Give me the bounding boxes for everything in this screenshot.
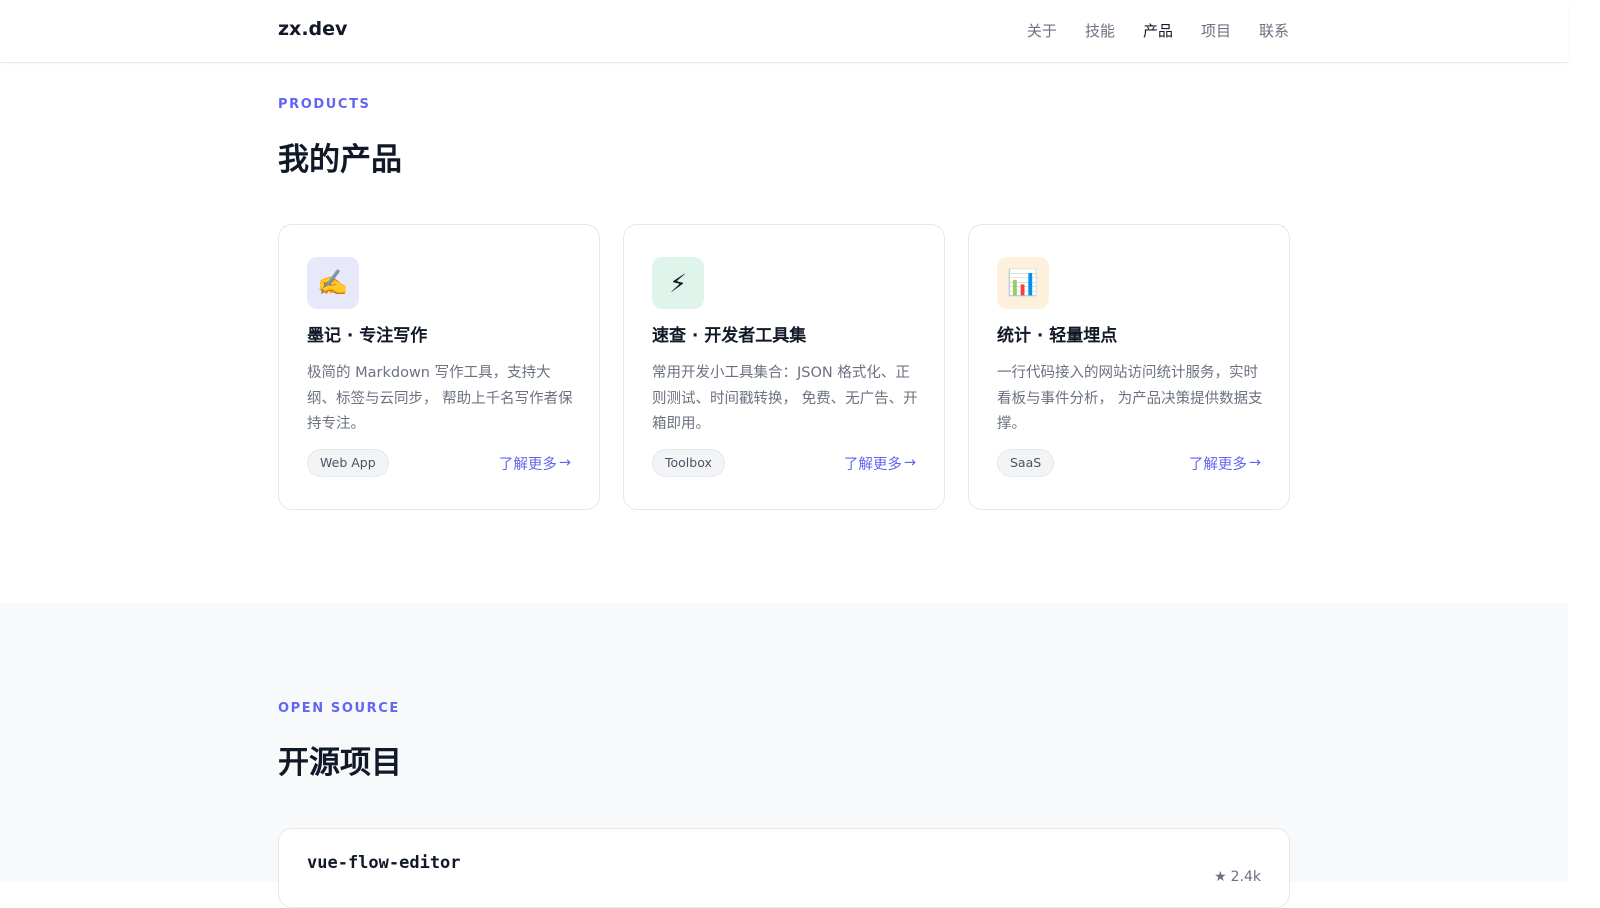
product-description: 极简的 Markdown 写作工具，支持大纲、标签与云同步， 帮助上千名写作者保… [307,365,573,432]
top-navbar: zx.dev 关于 技能 产品 项目 联系 [0,0,1568,63]
product-description: 常用开发小工具集合：JSON 格式化、正则测试、时间戳转换， 免费、无广告、开箱… [652,365,918,432]
product-footer: Web App 了解更多 → [307,449,571,477]
bar-chart-icon: 📊 [997,257,1049,309]
learn-more-link[interactable]: 了解更多 → [1189,453,1261,474]
product-footer: Toolbox 了解更多 → [652,449,916,477]
opensource-eyebrow: OPEN SOURCE [278,701,400,716]
opensource-title: 开源项目 [278,745,402,781]
nav-link-contact[interactable]: 联系 [1259,20,1289,42]
product-cards: ✍️ 墨记 · 专注写作 极简的 Markdown 写作工具，支持大纲、标签与云… [278,224,1290,510]
learn-more-link[interactable]: 了解更多 → [499,453,571,474]
product-description: 一行代码接入的网站访问统计服务，实时看板与事件分析， 为产品决策提供数据支撑。 [997,365,1263,432]
products-title: 我的产品 [278,142,402,178]
learn-more-label: 了解更多 [1188,456,1247,473]
arrow-right-icon: → [903,455,916,471]
product-card-tongji: 📊 统计 · 轻量埋点 一行代码接入的网站访问统计服务，实时看板与事件分析， 为… [968,224,1290,510]
repo-stars: ★ 2.4k [1214,869,1261,885]
brand-logo[interactable]: zx.dev [278,18,347,40]
star-count: 2.4k [1230,869,1261,885]
repo-name: vue-flow-editor [307,853,461,873]
product-title: 速查 · 开发者工具集 [652,326,807,346]
arrow-right-icon: → [1248,455,1261,471]
writing-hand-icon: ✍️ [307,257,359,309]
nav-link-products[interactable]: 产品 [1143,20,1173,42]
learn-more-label: 了解更多 [498,456,557,473]
product-card-moji: ✍️ 墨记 · 专注写作 极简的 Markdown 写作工具，支持大纲、标签与云… [278,224,600,510]
product-card-sucha: ⚡ 速查 · 开发者工具集 常用开发小工具集合：JSON 格式化、正则测试、时间… [623,224,945,510]
nav-link-about[interactable]: 关于 [1027,20,1057,42]
product-title: 墨记 · 专注写作 [307,326,428,346]
learn-more-label: 了解更多 [843,456,902,473]
products-eyebrow: PRODUCTS [278,97,371,112]
product-tag: Web App [307,449,389,477]
main-nav: 关于 技能 产品 项目 联系 [1027,20,1289,42]
product-footer: SaaS 了解更多 → [997,449,1261,477]
nav-link-projects[interactable]: 项目 [1201,20,1231,42]
learn-more-link[interactable]: 了解更多 → [844,453,916,474]
nav-link-skills[interactable]: 技能 [1085,20,1115,42]
product-title: 统计 · 轻量埋点 [997,326,1118,346]
product-tag: Toolbox [652,449,725,477]
repo-card[interactable]: vue-flow-editor ★ 2.4k [278,828,1290,908]
star-icon: ★ [1214,869,1227,885]
arrow-right-icon: → [558,455,571,471]
product-tag: SaaS [997,449,1055,477]
lightning-icon: ⚡ [652,257,704,309]
